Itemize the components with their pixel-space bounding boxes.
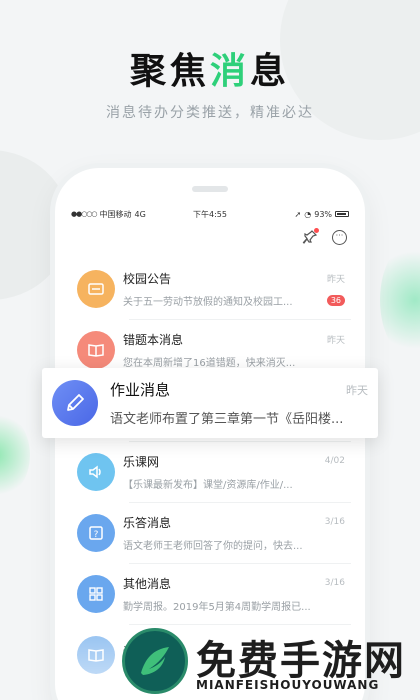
message-title: 乐课网 (123, 454, 160, 469)
headline: 聚焦消息 (0, 42, 420, 94)
watermark-subtitle: MIANFEISHOUYOUWANG (196, 678, 380, 692)
watermark-logo (122, 628, 188, 694)
phone-screen: ●●○○○ 中国移动 4G 下午4:55 ➚ ◔ 93% ··· 校园公告 昨天… (69, 206, 351, 700)
unread-dot (314, 228, 319, 233)
notebook-icon (77, 330, 115, 369)
unread-badge: 36 (326, 294, 345, 306)
battery-percent: 93% (314, 209, 333, 219)
message-item[interactable]: 其他消息 3/16 勤学周报。2019年5月第4周勤学周报已... (69, 563, 351, 624)
message-item[interactable]: 校园公告 昨天关于五一劳动节放假的通知及校园工... 36 (69, 258, 351, 319)
status-bar: ●●○○○ 中国移动 4G 下午4:55 ➚ ◔ 93% (69, 206, 351, 222)
message-title: 错题本消息 (123, 332, 184, 347)
message-time: 3/16 (324, 578, 345, 588)
alarm-icon: ◔ (304, 209, 312, 219)
subtitle: 消息待办分类推送，精准必达 (106, 105, 314, 121)
pencil-icon (52, 380, 98, 426)
headline-text: 息 (250, 51, 291, 92)
pin-icon[interactable] (302, 228, 319, 245)
phone-speaker (192, 186, 228, 192)
headline-accent: 消 (209, 51, 250, 92)
location-icon: ➚ (294, 209, 302, 219)
message-item[interactable]: ? 乐答消息 3/16 语文老师王老师回答了你的提问，快去... (69, 502, 351, 563)
message-preview: 语文老师王老师回答了你的提问，快去... (123, 540, 303, 552)
decor-glow (380, 240, 420, 360)
message-preview: 关于五一劳动节放假的通知及校园工... (123, 296, 293, 308)
book-icon (77, 635, 115, 674)
carrier-label: 中国移动 (99, 209, 132, 219)
svg-text:?: ? (94, 530, 99, 540)
grid-icon (77, 574, 115, 613)
message-title: 乐答消息 (123, 515, 172, 530)
message-list: 校园公告 昨天 关于五一劳动节放假的通知及校园工... 36 错题本消息 昨天 您在本周新增… (69, 258, 351, 685)
message-title: 作业消息 (110, 381, 171, 399)
speaker-icon (77, 452, 115, 491)
clock: 下午4:55 (193, 209, 227, 219)
message-time: 3/16 (324, 517, 345, 527)
message-preview: 您在本周新增了16道错题，快来消灭... (123, 357, 296, 369)
message-time: 昨天 (326, 274, 345, 285)
headline-text: 聚焦 (129, 51, 210, 92)
message-title: 校园公告 (123, 271, 172, 286)
question-icon: ? (77, 513, 115, 552)
message-title: 其他消息 (123, 576, 172, 591)
network-label: 4G (134, 209, 146, 219)
battery-icon (335, 211, 350, 217)
signal-dots: ●●○○○ (71, 210, 98, 218)
message-item[interactable]: 乐课网 4/02 【乐课最新发布】课堂/资源库/作业/... (69, 441, 351, 502)
toolbar: ··· (69, 222, 351, 252)
decor-glow (0, 410, 30, 500)
highlighted-message[interactable]: 作业消息 昨天 语文老师布置了第三章第一节《岳阳楼... (42, 368, 378, 438)
message-preview: 勤学周报。2019年5月第4周勤学周报已... (123, 601, 311, 613)
message-preview: 【乐课最新发布】课堂/资源库/作业/... (123, 479, 293, 491)
page: 聚焦消息 消息待办分类推送，精准必达 ●●○○○ 中国移动 4G 下午4:55 … (0, 0, 420, 700)
message-preview: 语文老师布置了第三章第一节《岳阳楼... (110, 412, 344, 427)
message-time: 4/02 (324, 456, 345, 466)
announcement-icon (77, 269, 115, 308)
message-time: 昨天 (326, 335, 345, 346)
watermark: 免费手游网 MIANFEISHOUYOUWANG (122, 628, 420, 700)
message-time: 昨天 (346, 383, 368, 397)
more-icon[interactable]: ··· (332, 229, 347, 245)
